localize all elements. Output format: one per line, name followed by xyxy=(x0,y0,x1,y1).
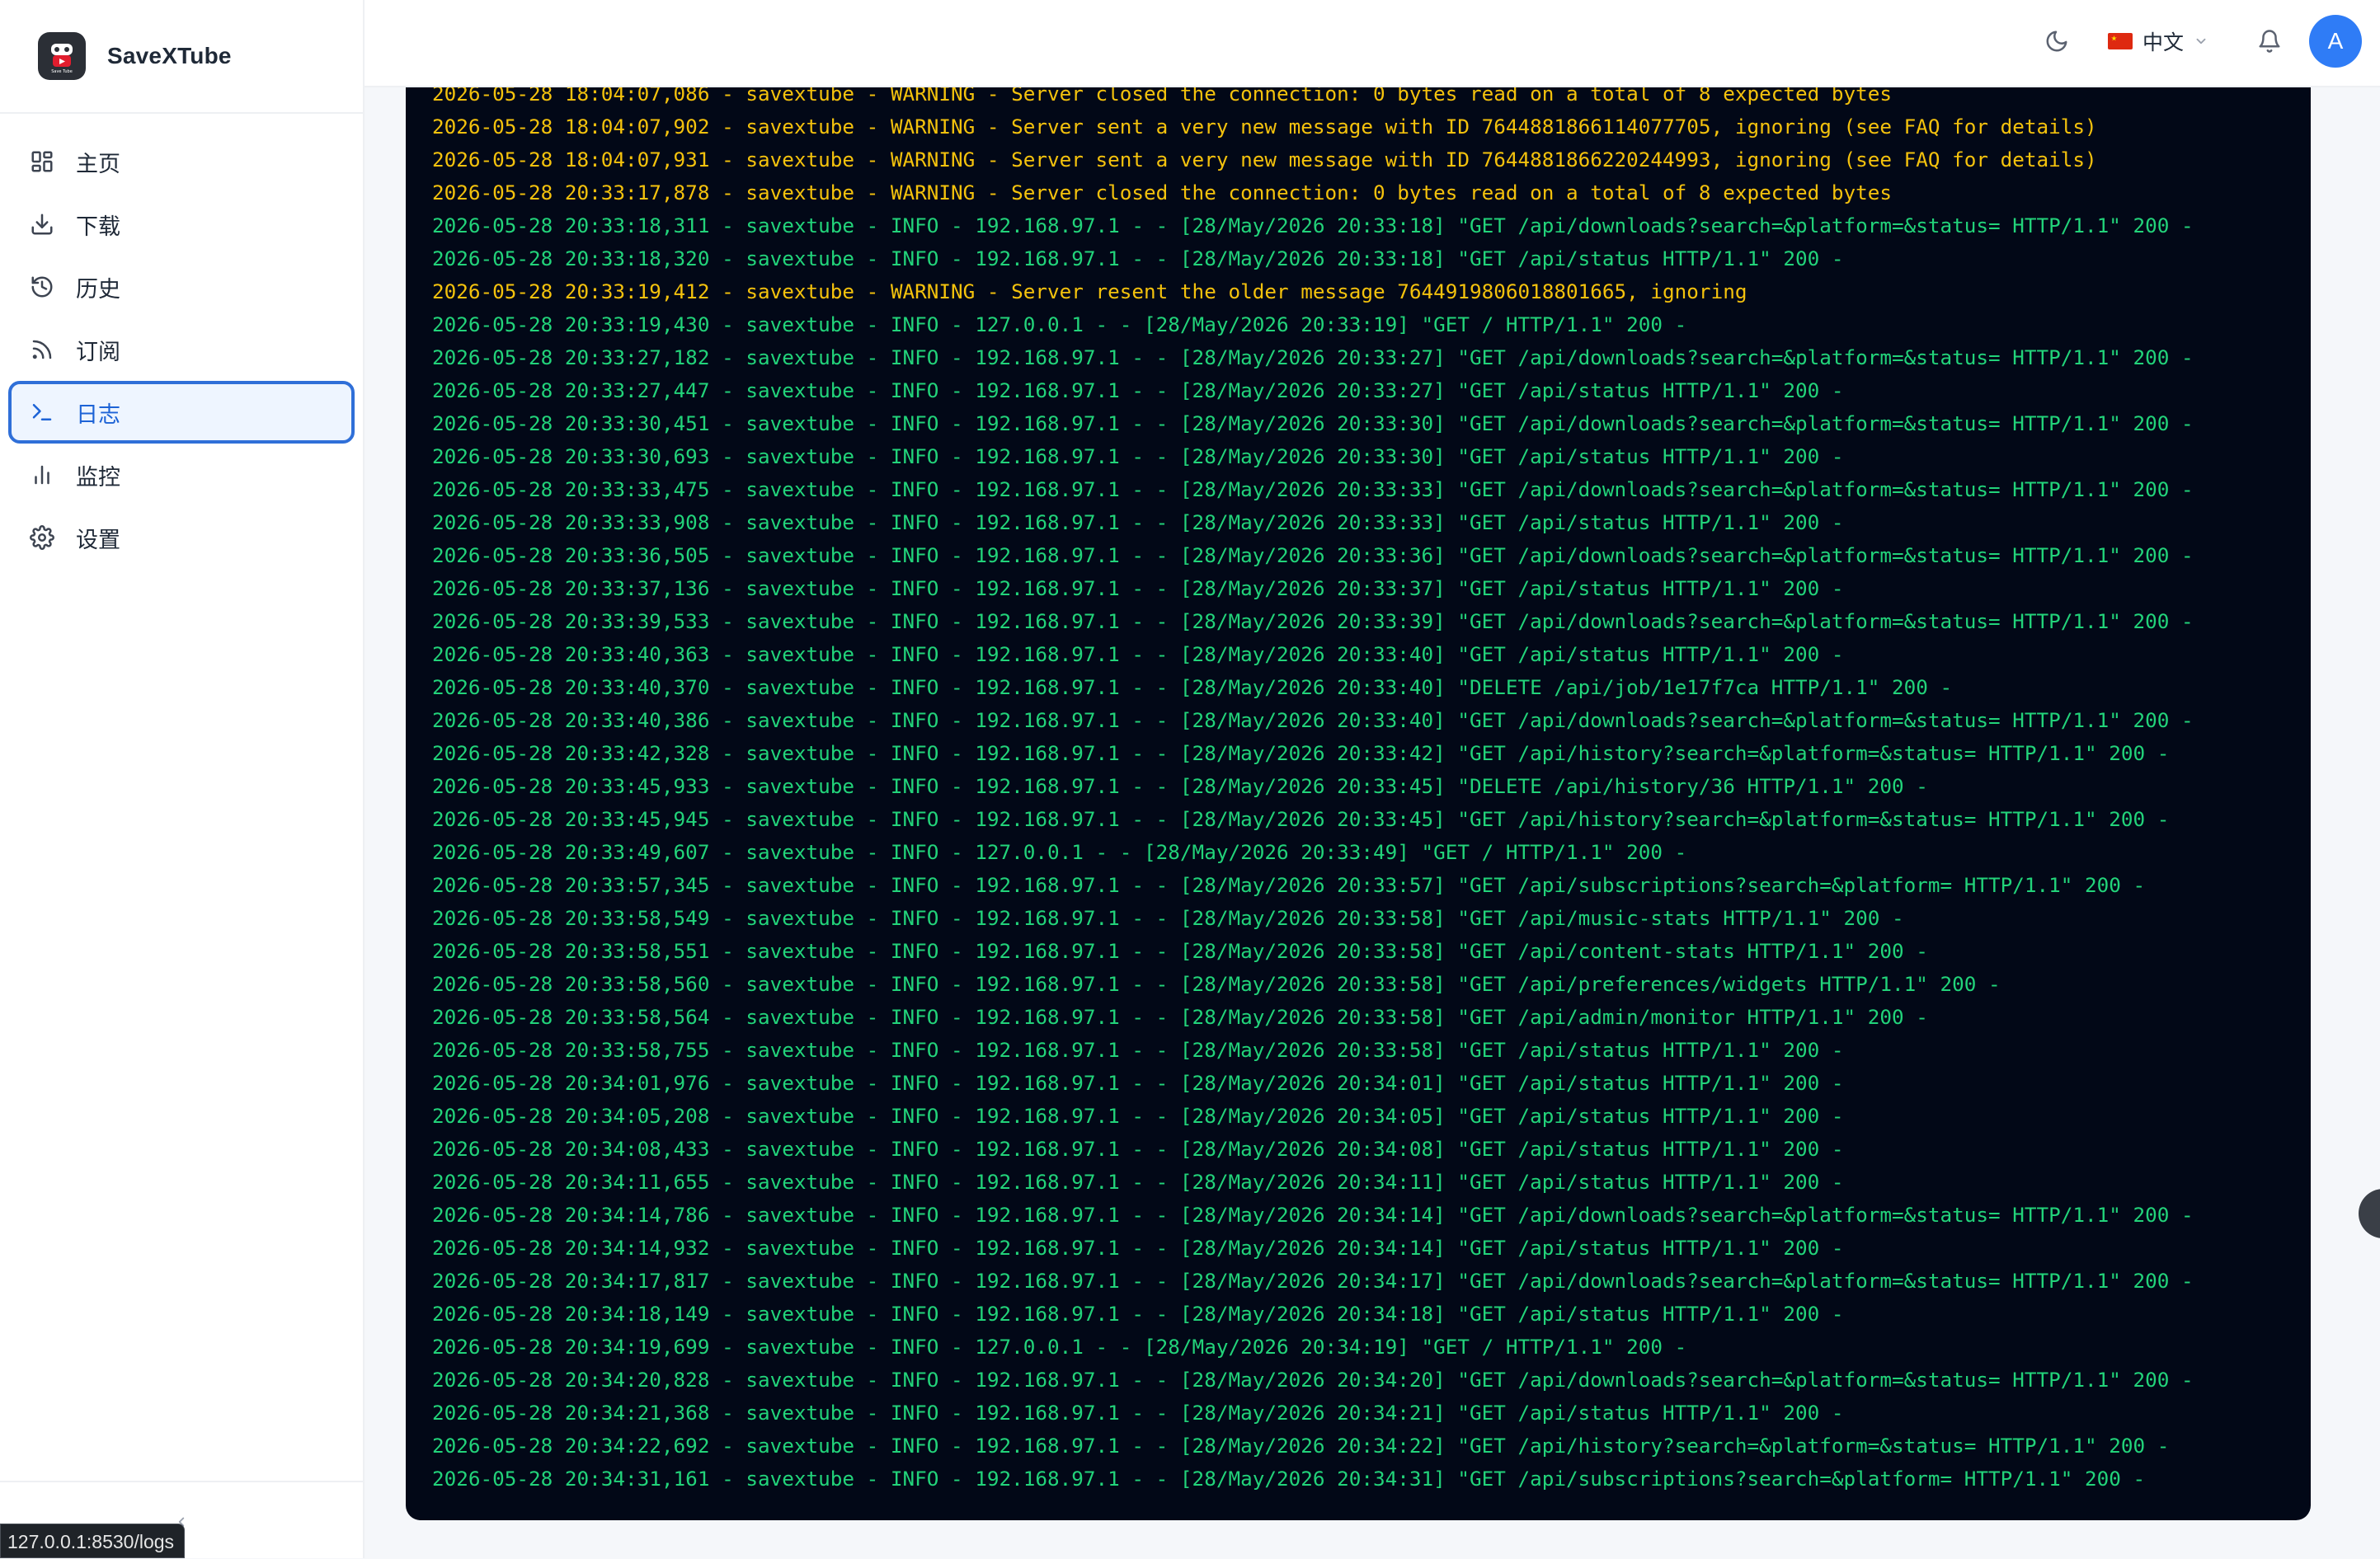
log-line: 2026-05-28 20:33:30,451 - savextube - IN… xyxy=(432,411,2194,435)
sidebar-item-monitor[interactable]: 监控 xyxy=(8,444,355,506)
log-line: 2026-05-28 20:33:58,560 - savextube - IN… xyxy=(432,972,2001,996)
log-line: 2026-05-28 20:33:37,136 - savextube - IN… xyxy=(432,576,1844,600)
log-line: 2026-05-28 20:33:58,755 - savextube - IN… xyxy=(432,1038,1844,1062)
log-line: 2026-05-28 20:33:58,549 - savextube - IN… xyxy=(432,906,1904,930)
log-line: 2026-05-28 20:34:31,161 - savextube - IN… xyxy=(432,1467,2146,1491)
rss-icon xyxy=(30,337,54,362)
log-line: 2026-05-28 18:04:07,902 - savextube - WA… xyxy=(432,115,2097,139)
sidebar-item-subscriptions[interactable]: 订阅 xyxy=(8,318,355,381)
sidebar-item-logs[interactable]: 日志 xyxy=(8,381,355,444)
terminal-icon xyxy=(30,400,54,425)
log-line: 2026-05-28 20:33:36,505 - savextube - IN… xyxy=(432,543,2194,567)
log-line: 2026-05-28 20:34:19,699 - savextube - IN… xyxy=(432,1335,1687,1359)
header-actions: 中文 A xyxy=(2040,0,2362,82)
bar-chart-icon xyxy=(30,463,54,487)
sidebar-item-label: 设置 xyxy=(76,527,120,552)
log-line: 2026-05-28 20:33:40,386 - savextube - IN… xyxy=(432,708,2194,732)
download-icon xyxy=(30,212,54,237)
main-content: 2026-05-28 18:04:07,086 - savextube - WA… xyxy=(365,87,2380,1558)
log-line: 2026-05-28 20:33:40,370 - savextube - IN… xyxy=(432,675,1953,699)
history-icon xyxy=(30,275,54,299)
sidebar-item-home[interactable]: 主页 xyxy=(8,130,355,193)
log-line: 2026-05-28 20:33:57,345 - savextube - IN… xyxy=(432,873,2146,897)
log-line: 2026-05-28 20:33:30,693 - savextube - IN… xyxy=(432,444,1844,468)
log-line: 2026-05-28 20:34:01,976 - savextube - IN… xyxy=(432,1071,1844,1095)
chevron-down-icon xyxy=(2194,34,2208,49)
dashboard-grid-icon xyxy=(30,149,54,174)
log-line: 2026-05-28 20:33:18,311 - savextube - IN… xyxy=(432,214,2194,237)
language-select[interactable]: 中文 xyxy=(2107,26,2208,56)
log-line: 2026-05-28 20:33:40,363 - savextube - IN… xyxy=(432,642,1844,666)
log-line: 2026-05-28 20:34:17,817 - savextube - IN… xyxy=(432,1269,2194,1293)
app-name: SaveXTube xyxy=(107,43,232,68)
log-line: 2026-05-28 20:34:20,828 - savextube - IN… xyxy=(432,1368,2194,1392)
top-header: 中文 A xyxy=(365,0,2380,87)
log-line: 2026-05-28 20:33:27,447 - savextube - IN… xyxy=(432,378,1844,402)
log-line: 2026-05-28 20:33:45,933 - savextube - IN… xyxy=(432,774,1928,798)
sidebar-item-label: 主页 xyxy=(76,151,120,176)
log-line: 2026-05-28 20:34:21,368 - savextube - IN… xyxy=(432,1401,1844,1425)
log-line: 2026-05-28 20:33:42,328 - savextube - IN… xyxy=(432,741,2170,765)
theme-toggle-button[interactable] xyxy=(2040,25,2073,58)
log-line: 2026-05-28 20:33:27,182 - savextube - IN… xyxy=(432,345,2194,369)
log-line: 2026-05-28 20:34:22,692 - savextube - IN… xyxy=(432,1434,2170,1458)
log-line: 2026-05-28 20:33:49,607 - savextube - IN… xyxy=(432,840,1687,864)
scroll-handle[interactable] xyxy=(2359,1189,2380,1238)
sidebar-item-history[interactable]: 历史 xyxy=(8,256,355,318)
log-line: 2026-05-28 20:34:14,932 - savextube - IN… xyxy=(432,1236,1844,1260)
app-logo: Save Tube xyxy=(38,32,86,80)
user-avatar[interactable]: A xyxy=(2309,15,2362,68)
sidebar-item-label: 监控 xyxy=(76,464,120,490)
sidebar: Save Tube SaveXTube 主页 下载 历史 订阅 日志 监控 设置… xyxy=(0,0,365,1558)
log-list: 2026-05-28 18:04:07,086 - savextube - WA… xyxy=(432,87,2294,1496)
sidebar-item-label: 下载 xyxy=(76,214,120,239)
moon-icon xyxy=(2046,31,2067,52)
brand[interactable]: Save Tube SaveXTube xyxy=(0,0,363,114)
robot-logo-icon: Save Tube xyxy=(51,44,73,74)
china-flag-icon xyxy=(2107,33,2133,49)
log-line: 2026-05-28 20:33:58,551 - savextube - IN… xyxy=(432,939,1928,963)
log-line: 2026-05-28 20:34:05,208 - savextube - IN… xyxy=(432,1104,1844,1128)
log-line: 2026-05-28 20:34:11,655 - savextube - IN… xyxy=(432,1170,1844,1194)
log-line: 2026-05-28 20:34:18,149 - savextube - IN… xyxy=(432,1302,1844,1326)
language-label: 中文 xyxy=(2142,31,2184,54)
log-viewer[interactable]: 2026-05-28 18:04:07,086 - savextube - WA… xyxy=(406,87,2311,1520)
svg-text:Save Tube: Save Tube xyxy=(51,69,73,74)
log-line: 2026-05-28 20:33:45,945 - savextube - IN… xyxy=(432,807,2170,831)
gear-icon xyxy=(30,525,54,550)
log-line: 2026-05-28 20:33:18,320 - savextube - IN… xyxy=(432,247,1844,270)
log-line: 2026-05-28 18:04:07,931 - savextube - WA… xyxy=(432,148,2097,171)
bell-icon xyxy=(2259,30,2280,53)
notifications-button[interactable] xyxy=(2253,25,2286,58)
log-line: 2026-05-28 20:33:58,564 - savextube - IN… xyxy=(432,1005,1928,1029)
log-line: 2026-05-28 20:33:39,533 - savextube - IN… xyxy=(432,609,2194,633)
sidebar-item-label: 日志 xyxy=(76,401,120,427)
log-line: 2026-05-28 20:34:08,433 - savextube - IN… xyxy=(432,1137,1844,1161)
sidebar-item-label: 历史 xyxy=(76,276,120,302)
log-line: 2026-05-28 20:34:14,786 - savextube - IN… xyxy=(432,1203,2194,1227)
browser-status-url: 127.0.0.1:8530/logs xyxy=(0,1524,186,1558)
log-line: 2026-05-28 18:04:07,086 - savextube - WA… xyxy=(432,87,1892,106)
log-line: 2026-05-28 20:33:19,430 - savextube - IN… xyxy=(432,312,1687,336)
log-line: 2026-05-28 20:33:33,908 - savextube - IN… xyxy=(432,510,1844,534)
log-line: 2026-05-28 20:33:19,412 - savextube - WA… xyxy=(432,279,1747,303)
sidebar-item-downloads[interactable]: 下载 xyxy=(8,193,355,256)
sidebar-item-settings[interactable]: 设置 xyxy=(8,506,355,569)
log-line: 2026-05-28 20:33:33,475 - savextube - IN… xyxy=(432,477,2194,501)
log-line: 2026-05-28 20:33:17,878 - savextube - WA… xyxy=(432,181,1892,204)
sidebar-item-label: 订阅 xyxy=(76,339,120,364)
sidebar-nav: 主页 下载 历史 订阅 日志 监控 设置 xyxy=(0,114,363,569)
